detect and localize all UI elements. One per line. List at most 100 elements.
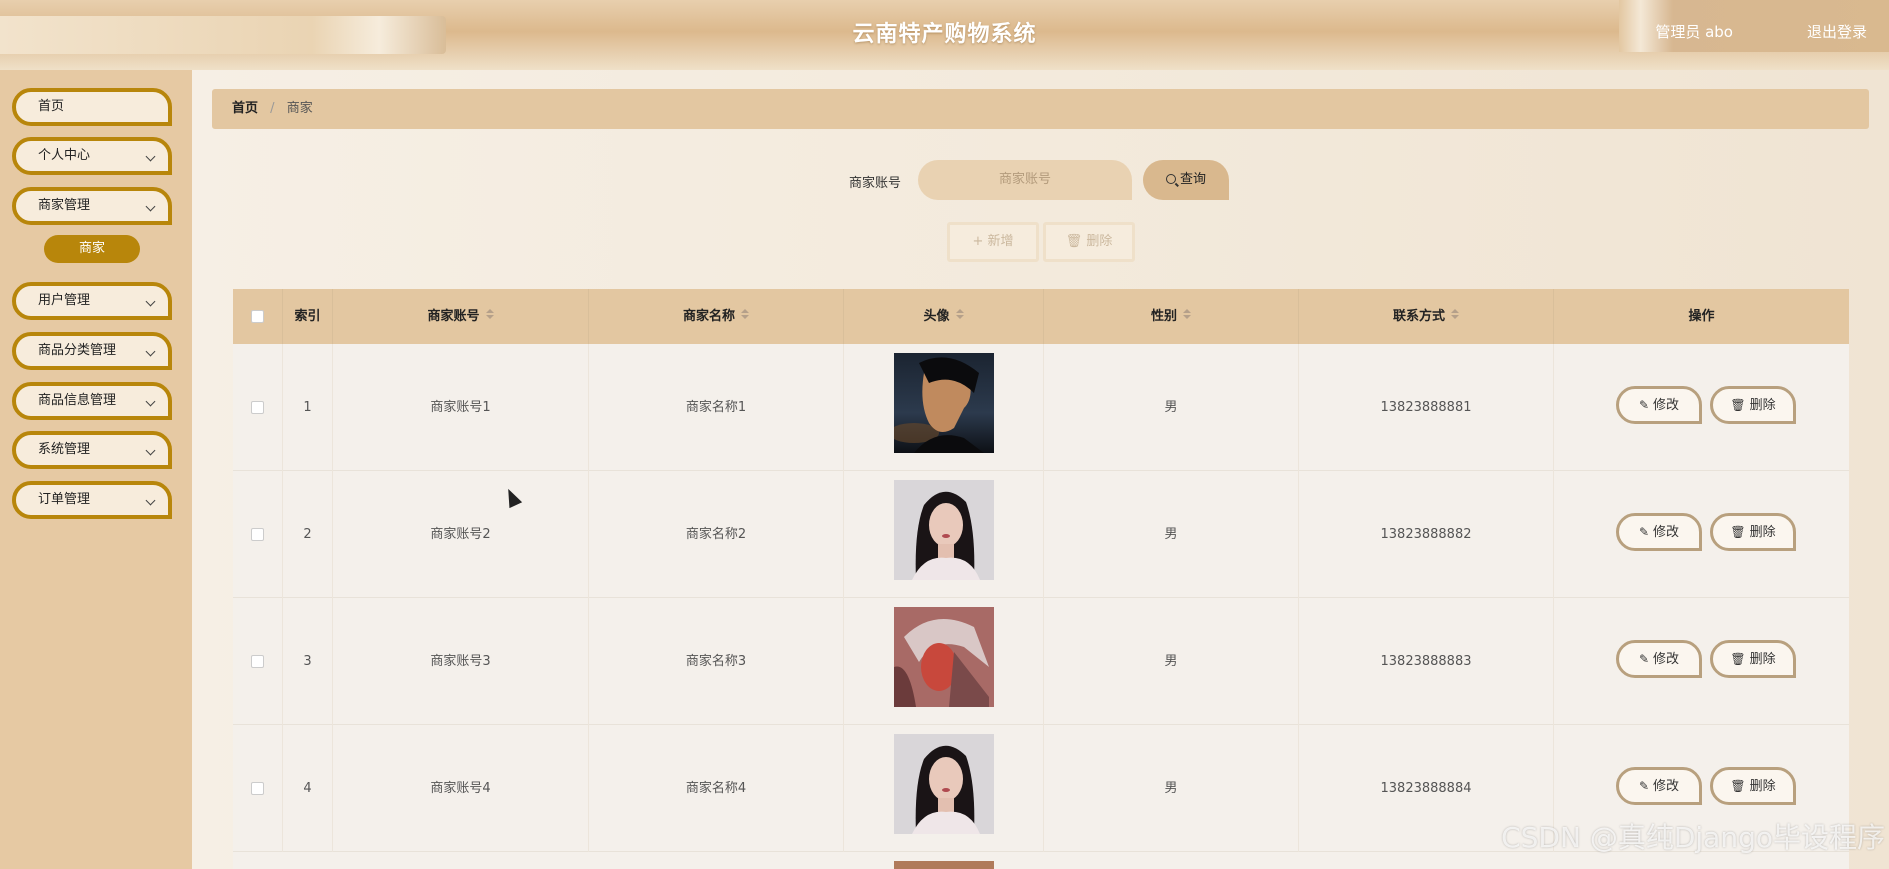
cell-actions: ✎ 修改 🗑 删除 [1554, 344, 1849, 471]
sidebar-item-label: 用户管理 [38, 293, 91, 308]
row-checkbox[interactable] [251, 401, 264, 414]
trash-icon: 🗑 [1730, 779, 1746, 793]
breadcrumb-separator: / [270, 101, 275, 116]
add-button[interactable]: + 新增 [947, 222, 1039, 262]
chevron-down-icon [145, 495, 156, 506]
col-avatar[interactable]: 头像 [844, 289, 1044, 344]
delete-button-label: 删除 [1749, 652, 1776, 667]
app-title: 云南特产购物系统 [852, 22, 1037, 47]
cell-index: 2 [283, 471, 333, 598]
edit-button[interactable]: ✎ 修改 [1616, 767, 1702, 805]
top-header: 云南特产购物系统 管理员 abo 退出登录 [0, 0, 1889, 70]
trash-icon: 🗑 [1730, 652, 1746, 666]
sidebar-item-label: 商品信息管理 [38, 393, 117, 408]
row-checkbox[interactable] [251, 655, 264, 668]
sidebar-item-order-management[interactable]: 订单管理 [12, 481, 172, 519]
col-actions: 操作 [1688, 309, 1715, 324]
col-phone[interactable]: 联系方式 [1299, 289, 1554, 344]
table-row: 3 商家账号3 商家名称3 男 13823888883 ✎ 修改 🗑 删除 [233, 598, 1849, 725]
sidebar-item-user-management[interactable]: 用户管理 [12, 282, 172, 320]
col-gender[interactable]: 性别 [1044, 289, 1299, 344]
avatar-image[interactable] [894, 480, 994, 580]
sidebar: 首页 个人中心 商家管理 商家 用户管理 商品分类管理 商品信息管理 系统管理 … [0, 70, 192, 869]
cell-gender: 男 [1044, 725, 1299, 852]
avatar-image [894, 861, 994, 869]
chevron-down-icon [145, 296, 156, 307]
batch-delete-button[interactable]: 🗑 删除 [1043, 222, 1135, 262]
sort-icon [955, 309, 964, 320]
cell-phone: 13823888882 [1299, 471, 1554, 598]
delete-button[interactable]: 🗑 删除 [1710, 767, 1796, 805]
cell-phone: 13823888883 [1299, 598, 1554, 725]
cell-index: 1 [283, 344, 333, 471]
col-account[interactable]: 商家账号 [333, 289, 589, 344]
edit-button[interactable]: ✎ 修改 [1616, 640, 1702, 678]
cell-name: 商家名称1 [589, 344, 844, 471]
sidebar-item-personal-center[interactable]: 个人中心 [12, 137, 172, 175]
search-input[interactable]: 商家账号 [918, 160, 1132, 200]
edit-button-label: 修改 [1653, 398, 1680, 413]
breadcrumb-home[interactable]: 首页 [232, 101, 258, 116]
cell-avatar [844, 471, 1044, 598]
col-name[interactable]: 商家名称 [589, 289, 844, 344]
row-checkbox[interactable] [251, 782, 264, 795]
sidebar-item-merchant-management[interactable]: 商家管理 [12, 187, 172, 225]
chevron-down-icon [145, 396, 156, 407]
delete-button[interactable]: 🗑 删除 [1710, 640, 1796, 678]
sidebar-item-category-management[interactable]: 商品分类管理 [12, 332, 172, 370]
cell-gender: 男 [1044, 471, 1299, 598]
edit-button[interactable]: ✎ 修改 [1616, 513, 1702, 551]
chevron-down-icon [145, 201, 156, 212]
select-all-checkbox[interactable] [251, 310, 264, 323]
row-checkbox[interactable] [251, 528, 264, 541]
row-select-cell [233, 598, 283, 725]
edit-icon: ✎ [1638, 525, 1650, 539]
sidebar-item-product-management[interactable]: 商品信息管理 [12, 382, 172, 420]
chevron-down-icon [145, 346, 156, 357]
trash-icon: 🗑 [1730, 398, 1746, 412]
edit-button-label: 修改 [1653, 779, 1680, 794]
sidebar-subitem-merchant[interactable]: 商家 [44, 235, 140, 263]
plus-icon: + [972, 234, 988, 249]
table-row: 2 商家账号2 商家名称2 男 13823888882 ✎ 修改 🗑 删除 [233, 471, 1849, 598]
trash-icon: 🗑 [1730, 525, 1746, 539]
edit-button[interactable]: ✎ 修改 [1616, 386, 1702, 424]
search-button[interactable]: 查询 [1143, 160, 1229, 200]
cell-index: 4 [283, 725, 333, 852]
breadcrumb-current: 商家 [286, 101, 313, 116]
edit-button-label: 修改 [1653, 525, 1680, 540]
delete-button-label: 删除 [1749, 779, 1776, 794]
sidebar-item-label: 商品分类管理 [38, 343, 117, 358]
edit-icon: ✎ [1638, 779, 1650, 793]
cell-account: 商家账号3 [333, 598, 589, 725]
cell-index: 3 [283, 598, 333, 725]
cell-name: 商家名称3 [589, 598, 844, 725]
sidebar-item-label: 个人中心 [38, 148, 91, 163]
avatar-image[interactable] [894, 353, 994, 453]
col-name-label: 商家名称 [682, 309, 735, 324]
row-select-cell [233, 725, 283, 852]
trash-icon: 🗑 [1065, 234, 1087, 249]
sidebar-item-system-management[interactable]: 系统管理 [12, 431, 172, 469]
col-account-label: 商家账号 [427, 309, 480, 324]
sidebar-item-home[interactable]: 首页 [12, 88, 172, 126]
search-button-label: 查询 [1179, 172, 1206, 187]
sidebar-item-label: 首页 [38, 99, 65, 114]
avatar-image[interactable] [894, 607, 994, 707]
logout-link[interactable]: 退出登录 [1807, 21, 1867, 42]
delete-button-label: 删除 [1749, 525, 1776, 540]
cell-avatar [844, 725, 1044, 852]
cell-account: 商家账号2 [333, 471, 589, 598]
table-header: 索引 商家账号 商家名称 头像 性别 联系方式 操作 [233, 289, 1849, 344]
search-icon [1165, 174, 1176, 184]
delete-button[interactable]: 🗑 删除 [1710, 513, 1796, 551]
cell-phone: 13823888881 [1299, 344, 1554, 471]
avatar-image[interactable] [894, 734, 994, 834]
delete-button[interactable]: 🗑 删除 [1710, 386, 1796, 424]
sort-icon [741, 309, 749, 320]
sidebar-item-label: 商家管理 [38, 198, 91, 213]
main-content: 首页 / 商家 商家账号 商家账号 查询 + 新增 🗑 删除 索引 商家账号 商… [192, 70, 1889, 869]
col-index: 索引 [283, 289, 333, 344]
cell-name: 商家名称2 [589, 471, 844, 598]
col-avatar-label: 头像 [923, 309, 950, 324]
